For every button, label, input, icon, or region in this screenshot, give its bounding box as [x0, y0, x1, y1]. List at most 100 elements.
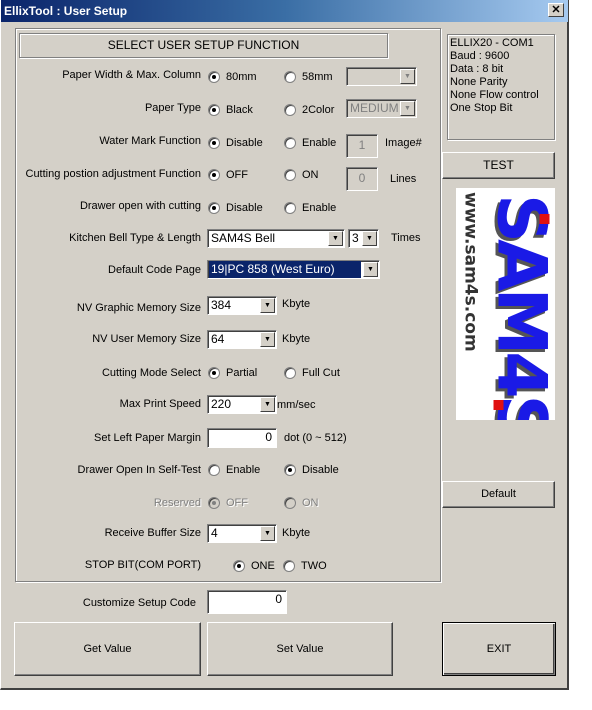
option-label: Partial: [226, 367, 258, 379]
code-page-combo[interactable]: 19|PC 858 (West Euro) ▼: [207, 260, 380, 279]
option-label: Disable: [226, 202, 263, 214]
paper-type-2color-radio[interactable]: 2Color: [284, 104, 334, 116]
cutting-mode-fullcut-radio[interactable]: Full Cut: [284, 367, 340, 379]
reserved-on-radio: ON: [284, 497, 319, 509]
dropdown-arrow-icon[interactable]: ▼: [400, 101, 415, 116]
radio-unchecked-icon: [284, 104, 296, 116]
close-icon: ✕: [551, 4, 561, 16]
option-label: Black: [226, 104, 253, 116]
left-margin-input[interactable]: 0: [207, 428, 277, 448]
lines-unit: Lines: [390, 173, 417, 185]
radio-checked-icon: [208, 367, 220, 379]
combo-value: 384: [211, 298, 232, 312]
nv-user-unit: Kbyte: [282, 333, 311, 345]
dropdown-arrow-icon[interactable]: ▼: [260, 298, 275, 313]
print-speed-combo[interactable]: 220 ▼: [207, 395, 277, 414]
bell-type-combo[interactable]: SAM4S Bell ▼: [207, 229, 345, 248]
reserved-label: Reserved: [153, 497, 201, 509]
paper-width-80mm-radio[interactable]: 80mm: [208, 71, 257, 83]
radio-checked-icon: [208, 104, 220, 116]
dropdown-arrow-icon[interactable]: ▼: [362, 231, 377, 246]
column-combo[interactable]: ▼: [346, 67, 417, 86]
left-margin-label: Set Left Paper Margin: [93, 432, 201, 444]
logo-rotated: SAM4S www.sam4s.com: [456, 188, 555, 420]
radio-checked-icon: [284, 464, 296, 476]
window-title: EllixTool : User Setup: [4, 4, 128, 18]
dropdown-arrow-icon[interactable]: ▼: [260, 526, 275, 541]
close-button[interactable]: ✕: [548, 3, 564, 17]
image-number-unit: Image#: [385, 137, 422, 149]
info-line: Data : 8 bit: [450, 63, 504, 75]
set-value-button[interactable]: Set Value: [207, 622, 393, 676]
kitchen-bell-label: Kitchen Bell Type & Length: [69, 232, 201, 244]
reserved-off-radio: OFF: [208, 497, 248, 509]
cutting-position-off-radio[interactable]: OFF: [208, 169, 248, 181]
option-label: Enable: [302, 202, 337, 214]
radio-unchecked-icon: [284, 71, 296, 83]
bell-length-combo[interactable]: 3 ▼: [348, 229, 379, 248]
lines-input[interactable]: 0: [346, 167, 378, 191]
cutting-position-on-radio[interactable]: ON: [284, 169, 319, 181]
combo-value: SAM4S Bell: [211, 231, 276, 245]
option-label: 80mm: [226, 71, 257, 83]
radio-unchecked-icon: [208, 464, 220, 476]
drawer-selftest-enable-radio[interactable]: Enable: [208, 464, 260, 476]
radio-checked-icon: [208, 71, 220, 83]
nv-graphic-combo[interactable]: 384 ▼: [207, 296, 277, 315]
stop-bit-two-radio[interactable]: TWO: [283, 560, 327, 572]
dropdown-arrow-icon[interactable]: ▼: [328, 231, 343, 246]
test-button[interactable]: TEST: [442, 152, 555, 179]
image-number-input[interactable]: 1: [346, 134, 378, 158]
cutting-mode-label: Cutting Mode Select: [101, 367, 201, 379]
radio-unchecked-icon: [284, 137, 296, 149]
customize-code-label: Customize Setup Code: [82, 597, 196, 609]
nv-graphic-label: NV Graphic Memory Size: [76, 302, 201, 314]
customize-code-input[interactable]: 0: [207, 590, 287, 614]
water-mark-enable-radio[interactable]: Enable: [284, 137, 336, 149]
nv-user-combo[interactable]: 64 ▼: [207, 330, 277, 349]
drawer-cutting-label: Drawer open with cutting: [79, 200, 201, 212]
default-button[interactable]: Default: [442, 481, 555, 508]
drawer-cutting-enable-radio[interactable]: Enable: [284, 202, 336, 214]
code-page-label: Default Code Page: [108, 264, 201, 276]
cutting-mode-partial-radio[interactable]: Partial: [208, 367, 257, 379]
stop-bit-one-radio[interactable]: ONE: [233, 560, 275, 572]
option-label: Disable: [302, 464, 339, 476]
option-label: ON: [302, 169, 319, 181]
radio-checked-icon: [233, 560, 245, 572]
drawer-cutting-disable-radio[interactable]: Disable: [208, 202, 263, 214]
option-label: Full Cut: [302, 367, 340, 379]
radio-checked-icon: [208, 497, 220, 509]
option-label: Enable: [226, 464, 261, 476]
density-combo[interactable]: MEDIUM ▼: [346, 99, 417, 118]
dropdown-arrow-icon[interactable]: ▼: [260, 397, 275, 412]
get-value-button[interactable]: Get Value: [14, 622, 201, 676]
combo-value: 19|PC 858 (West Euro): [209, 261, 361, 278]
user-setup-window: EllixTool : User Setup ✕ SELECT USER SET…: [0, 0, 569, 690]
paper-width-58mm-radio[interactable]: 58mm: [284, 71, 333, 83]
combo-value: 3: [352, 231, 359, 245]
receive-buffer-combo[interactable]: 4 ▼: [207, 524, 277, 543]
paper-width-label: Paper Width & Max. Column: [62, 69, 201, 81]
info-line: None Parity: [450, 76, 508, 88]
dropdown-arrow-icon[interactable]: ▼: [400, 69, 415, 84]
radio-checked-icon: [208, 169, 220, 181]
option-label: 58mm: [302, 71, 333, 83]
left-margin-unit: dot (0 ~ 512): [284, 432, 347, 444]
sam4s-logo: SAM4S www.sam4s.com: [456, 188, 555, 420]
paper-type-label: Paper Type: [144, 102, 201, 114]
drawer-selftest-disable-radio[interactable]: Disable: [284, 464, 339, 476]
nv-user-label: NV User Memory Size: [92, 333, 201, 345]
stop-bit-label: STOP BIT(COM PORT): [84, 559, 201, 571]
logo-red-square-icon: [539, 214, 549, 224]
exit-button[interactable]: EXIT: [442, 622, 556, 676]
paper-type-black-radio[interactable]: Black: [208, 104, 253, 116]
logo-url-text: www.sam4s.com: [460, 192, 480, 352]
dropdown-arrow-icon[interactable]: ▼: [260, 332, 275, 347]
radio-checked-icon: [208, 137, 220, 149]
water-mark-disable-radio[interactable]: Disable: [208, 137, 263, 149]
option-label: OFF: [226, 169, 248, 181]
radio-unchecked-icon: [283, 560, 295, 572]
dropdown-arrow-icon[interactable]: ▼: [363, 262, 378, 277]
radio-unchecked-icon: [284, 202, 296, 214]
